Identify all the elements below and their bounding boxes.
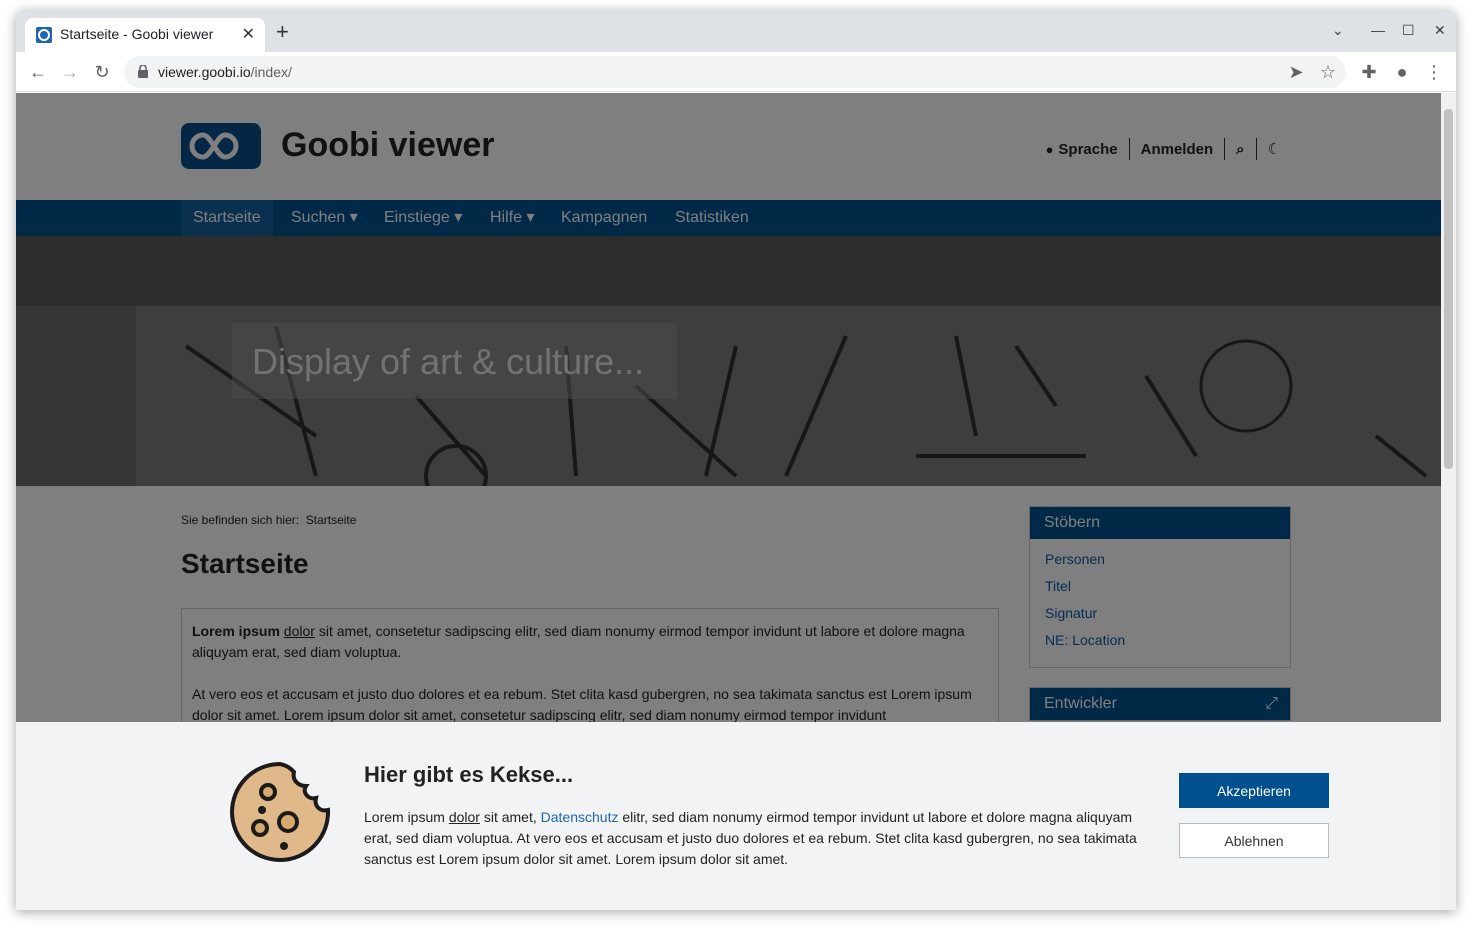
tab-title: Startseite - Goobi viewer [60,26,214,42]
cookie-title: Hier gibt es Kekse... [364,762,574,787]
menu-kebab-icon[interactable]: ⋮ [1422,60,1446,84]
browser-tab[interactable]: Startseite - Goobi viewer ✕ [25,18,265,52]
close-window-button[interactable]: ✕ [1434,22,1446,39]
decline-cookies-button[interactable]: Ablehnen [1179,823,1329,858]
tab-search-icon[interactable]: ⌄ [1332,22,1344,39]
new-tab-button[interactable]: + [276,20,289,44]
page-scrollbar[interactable] [1441,93,1456,910]
tab-strip: Startseite - Goobi viewer ✕ + ⌄ — ☐ ✕ [16,10,1456,52]
cookie-banner: Hier gibt es Kekse... Lorem ipsum dolor … [16,722,1441,910]
cookie-inline-link[interactable]: dolor [449,809,480,825]
send-icon[interactable]: ➤ [1284,60,1308,84]
browser-window: Startseite - Goobi viewer ✕ + ⌄ — ☐ ✕ ← … [16,10,1456,910]
page-viewport: Goobi viewer ● Sprache Anmelden ⌕ ☾ Star… [16,93,1441,910]
maximize-button[interactable]: ☐ [1402,22,1415,39]
cookie-text: Lorem ipsum dolor sit amet, Datenschutz … [364,809,1137,867]
minimize-button[interactable]: — [1371,22,1385,38]
back-icon[interactable]: ← [26,60,50,84]
reload-icon[interactable]: ↻ [90,60,114,84]
accept-cookies-button[interactable]: Akzeptieren [1179,773,1329,808]
forward-icon[interactable]: → [58,60,82,84]
extensions-icon[interactable]: ✚ [1357,60,1381,84]
address-bar[interactable]: viewer.goobi.io/index/ ➤ ☆ [124,56,1346,88]
lock-icon [138,65,148,78]
scrollbar-thumb[interactable] [1444,109,1453,469]
browser-toolbar: ← → ↻ viewer.goobi.io/index/ ➤ ☆ ✚ ● ⋮ [16,52,1456,92]
profile-avatar-icon[interactable]: ● [1390,60,1414,84]
privacy-link[interactable]: Datenschutz [541,809,619,825]
cookie-icon [230,761,331,862]
tab-close-icon[interactable]: ✕ [242,24,255,44]
url-text: viewer.goobi.io/index/ [158,64,292,80]
site-favicon-icon [36,27,52,43]
bookmark-star-icon[interactable]: ☆ [1316,60,1340,84]
